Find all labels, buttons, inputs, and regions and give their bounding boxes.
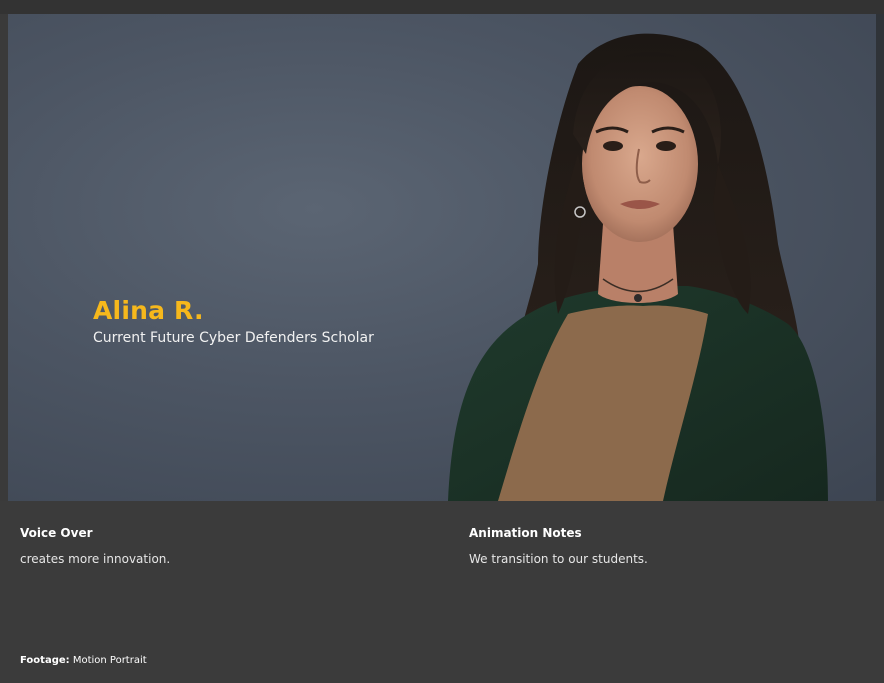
person-name: Alina R. (93, 296, 204, 325)
name-block: Alina R. Current Future Cyber Defenders … (93, 296, 374, 347)
portrait-photo (448, 33, 828, 501)
top-strip (0, 0, 884, 14)
footage-label: Footage: (20, 655, 70, 666)
animation-notes-section: Animation Notes We transition to our stu… (469, 525, 648, 567)
voice-over-section: Voice Over creates more innovation. (20, 525, 170, 567)
footage-line: Footage: Motion Portrait (20, 654, 147, 668)
person-subtitle: Current Future Cyber Defenders Scholar (93, 330, 374, 346)
voice-over-heading: Voice Over (20, 526, 93, 540)
notes-panel: Voice Over creates more innovation. Anim… (0, 501, 884, 683)
frame-edge (876, 14, 884, 501)
video-frame: Alina R. Current Future Cyber Defenders … (8, 14, 884, 501)
storyboard-page: Alina R. Current Future Cyber Defenders … (0, 0, 884, 683)
animation-notes-heading: Animation Notes (469, 526, 582, 540)
voice-over-text: creates more innovation. (20, 552, 171, 566)
footage-value: Motion Portrait (72, 655, 147, 666)
animation-notes-text: We transition to our students. (469, 552, 648, 566)
